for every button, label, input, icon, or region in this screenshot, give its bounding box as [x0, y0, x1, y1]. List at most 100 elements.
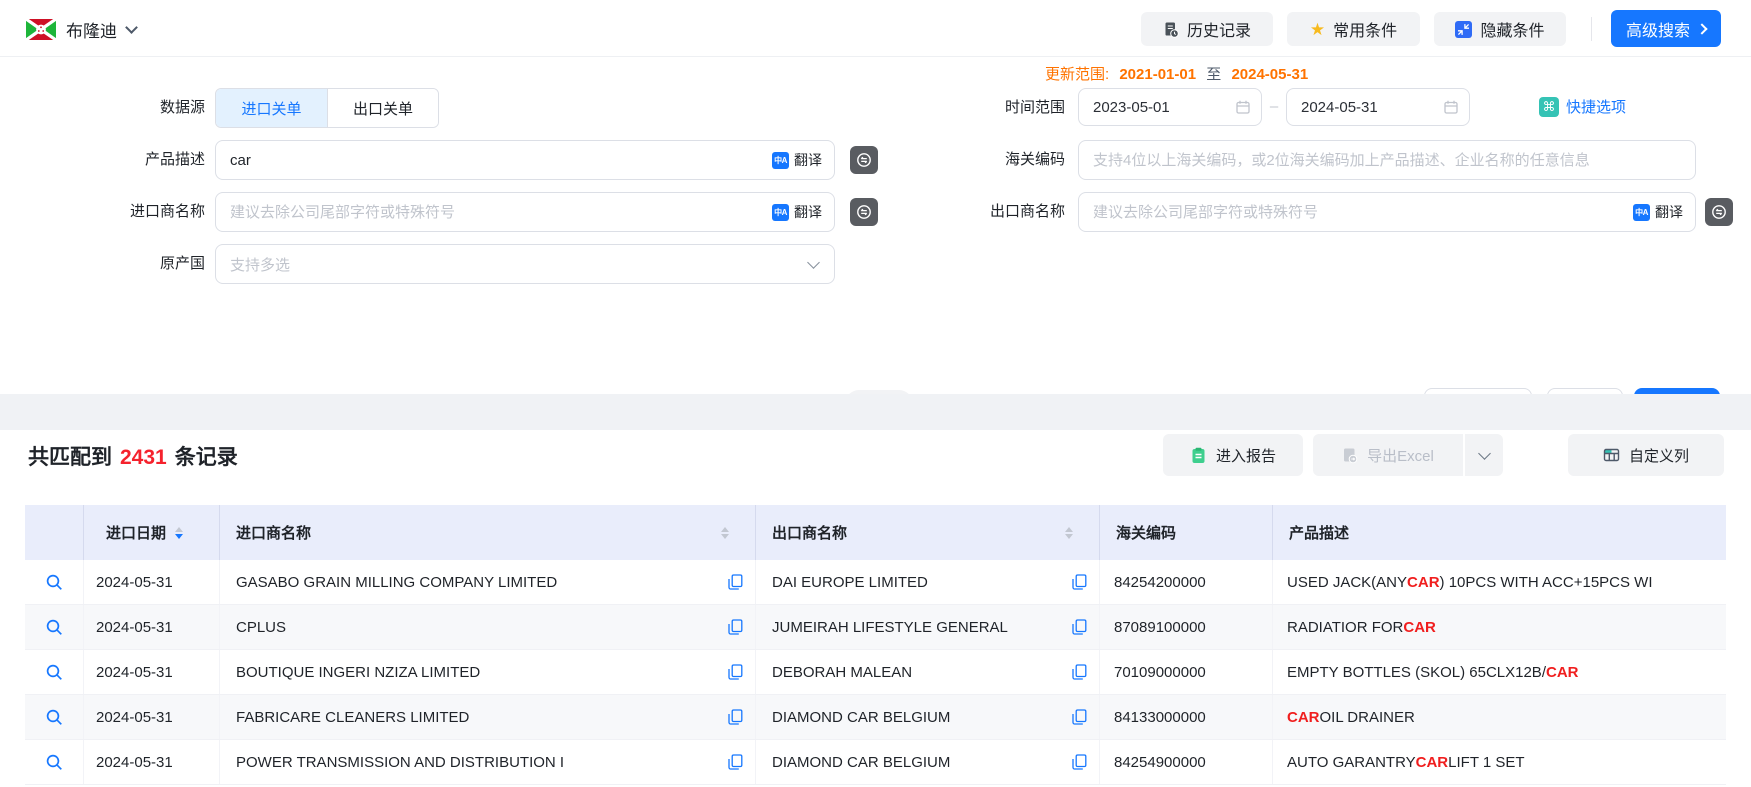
top-bar: 布隆迪 历史记录 ★ 常用条件 隐藏条件 高级搜索 [0, 0, 1751, 57]
table-row[interactable]: 2024-05-31 CPLUS JUMEIRAH LIFESTYLE GENE… [25, 605, 1726, 650]
hs-code-label: 海关编码 [860, 140, 1065, 180]
sort-icon[interactable] [1065, 527, 1073, 539]
custom-columns-button[interactable]: 自定义列 [1568, 434, 1724, 476]
row-detail-search-icon[interactable] [45, 753, 64, 772]
end-date-input[interactable]: 2024-05-31 [1286, 88, 1470, 126]
trade-data-search-page: 布隆迪 历史记录 ★ 常用条件 隐藏条件 高级搜索 更新范围: [0, 0, 1751, 787]
quick-options-link[interactable]: 快捷选项 [1566, 88, 1626, 128]
update-range-end: 2024-05-31 [1231, 66, 1308, 83]
hide-conditions-button[interactable]: 隐藏条件 [1434, 12, 1566, 46]
company-detail-icon[interactable] [1072, 709, 1087, 725]
translate-label: 翻译 [1655, 202, 1683, 222]
exporter-name: DIAMOND CAR BELGIUM [772, 754, 950, 771]
product-description: USED JACK(ANY CAR) 10PCS WITH ACC+15PCS … [1273, 560, 1726, 604]
translate-button[interactable]: 中A 翻译 [1633, 202, 1695, 222]
importer-name-input[interactable] [216, 193, 772, 231]
company-detail-icon[interactable] [1072, 619, 1087, 635]
search-form: 更新范围: 2021-01-01 至 2024-05-31 数据源 进口关单 出… [0, 57, 1751, 394]
update-range-label: 更新范围: [1045, 66, 1109, 83]
importer-name: BOUTIQUE INGERI NZIZA LIMITED [236, 664, 480, 681]
exporter-name: DAI EUROPE LIMITED [772, 574, 928, 591]
company-detail-icon[interactable] [728, 664, 743, 680]
burundi-flag-icon [26, 19, 56, 40]
advanced-search-button[interactable]: 高级搜索 [1611, 10, 1721, 47]
column-header-import-date[interactable]: 进口日期 [84, 505, 220, 560]
chevron-down-icon [1478, 447, 1491, 460]
importer-name: FABRICARE CLEANERS LIMITED [236, 709, 469, 726]
time-range-label: 时间范围 [860, 88, 1065, 128]
country-selector[interactable]: 布隆迪 [26, 17, 136, 42]
product-description: EMPTY BOTTLES (SKOL) 65CLX12B/CAR [1273, 650, 1726, 694]
hs-code: 84133000000 [1114, 709, 1206, 726]
origin-country-select[interactable]: 支持多选 [215, 244, 835, 284]
country-name: 布隆迪 [66, 17, 117, 42]
favorites-label: 常用条件 [1333, 17, 1397, 41]
company-detail-icon[interactable] [1072, 574, 1087, 590]
advanced-search-label: 高级搜索 [1626, 17, 1690, 41]
sort-icon[interactable] [721, 527, 729, 539]
favorites-button[interactable]: ★ 常用条件 [1287, 12, 1420, 46]
history-button[interactable]: 历史记录 [1141, 12, 1273, 46]
table-row[interactable]: 2024-05-31 BOUTIQUE INGERI NZIZA LIMITED… [25, 650, 1726, 695]
import-date: 2024-05-31 [96, 664, 173, 681]
product-description-input[interactable] [216, 141, 772, 179]
start-date-input[interactable]: 2023-05-01 [1078, 88, 1262, 126]
enter-report-button[interactable]: 进入报告 [1163, 434, 1303, 476]
export-options-dropdown[interactable] [1465, 434, 1503, 476]
hs-code: 87089100000 [1114, 619, 1206, 636]
column-header-importer[interactable]: 进口商名称 [220, 505, 756, 560]
import-date: 2024-05-31 [96, 574, 173, 591]
importer-name-field: 中A 翻译 [215, 192, 835, 232]
results-section: 共匹配到2431条记录 进入报告 导出Excel 自定义列 [0, 430, 1751, 787]
report-icon [1190, 447, 1207, 464]
update-range: 更新范围: 2021-01-01 至 2024-05-31 [1045, 63, 1308, 84]
hs-code: 70109000000 [1114, 664, 1206, 681]
export-excel-button[interactable]: 导出Excel [1313, 434, 1463, 476]
chevron-right-icon [1696, 23, 1707, 34]
translate-icon: 中A [772, 204, 789, 221]
import-date: 2024-05-31 [96, 754, 173, 771]
row-detail-search-icon[interactable] [45, 663, 64, 682]
export-icon [1342, 447, 1358, 464]
exporter-name-input[interactable] [1079, 193, 1633, 231]
tab-import-declarations[interactable]: 进口关单 [216, 89, 327, 127]
company-detail-icon[interactable] [1072, 664, 1087, 680]
chevron-down-icon [125, 21, 138, 34]
history-label: 历史记录 [1187, 17, 1251, 41]
results-table: 进口日期 进口商名称 出口商名称 海关编码 产品描述 [25, 505, 1726, 785]
row-detail-search-icon[interactable] [45, 708, 64, 727]
hs-code-input[interactable] [1079, 141, 1695, 179]
company-detail-icon[interactable] [728, 619, 743, 635]
sort-icon[interactable] [175, 527, 183, 539]
date-range-separator: – [1262, 88, 1286, 126]
translate-button[interactable]: 中A 翻译 [772, 150, 834, 170]
export-excel-label: 导出Excel [1367, 445, 1434, 466]
company-detail-icon[interactable] [728, 754, 743, 770]
company-detail-icon[interactable] [728, 709, 743, 725]
company-detail-icon[interactable] [728, 574, 743, 590]
match-count: 2431 [120, 446, 167, 469]
table-row[interactable]: 2024-05-31 FABRICARE CLEANERS LIMITED DI… [25, 695, 1726, 740]
chevron-down-icon [807, 256, 820, 269]
import-date: 2024-05-31 [96, 619, 173, 636]
exporter-name: DEBORAH MALEAN [772, 664, 912, 681]
tab-export-declarations[interactable]: 出口关单 [327, 89, 438, 127]
quick-options-icon[interactable]: ⌘ [1539, 97, 1559, 117]
update-range-to-word: 至 [1206, 66, 1221, 83]
columns-icon [1603, 447, 1620, 463]
translate-button[interactable]: 中A 翻译 [772, 202, 834, 222]
row-detail-search-icon[interactable] [45, 573, 64, 592]
table-row[interactable]: 2024-05-31 GASABO GRAIN MILLING COMPANY … [25, 560, 1726, 605]
section-divider [0, 394, 1751, 430]
exporter-name: JUMEIRAH LIFESTYLE GENERAL [772, 619, 1008, 636]
table-row[interactable]: 2024-05-31 POWER TRANSMISSION AND DISTRI… [25, 740, 1726, 785]
import-date: 2024-05-31 [96, 709, 173, 726]
column-header-exporter[interactable]: 出口商名称 [756, 505, 1100, 560]
product-description: RADIATIOR FOR CAR [1273, 605, 1726, 649]
history-icon [1163, 21, 1179, 38]
fuzzy-search-toggle-icon[interactable] [1705, 198, 1733, 226]
company-detail-icon[interactable] [1072, 754, 1087, 770]
column-label: 产品描述 [1289, 522, 1349, 543]
row-detail-search-icon[interactable] [45, 618, 64, 637]
translate-label: 翻译 [794, 202, 822, 222]
